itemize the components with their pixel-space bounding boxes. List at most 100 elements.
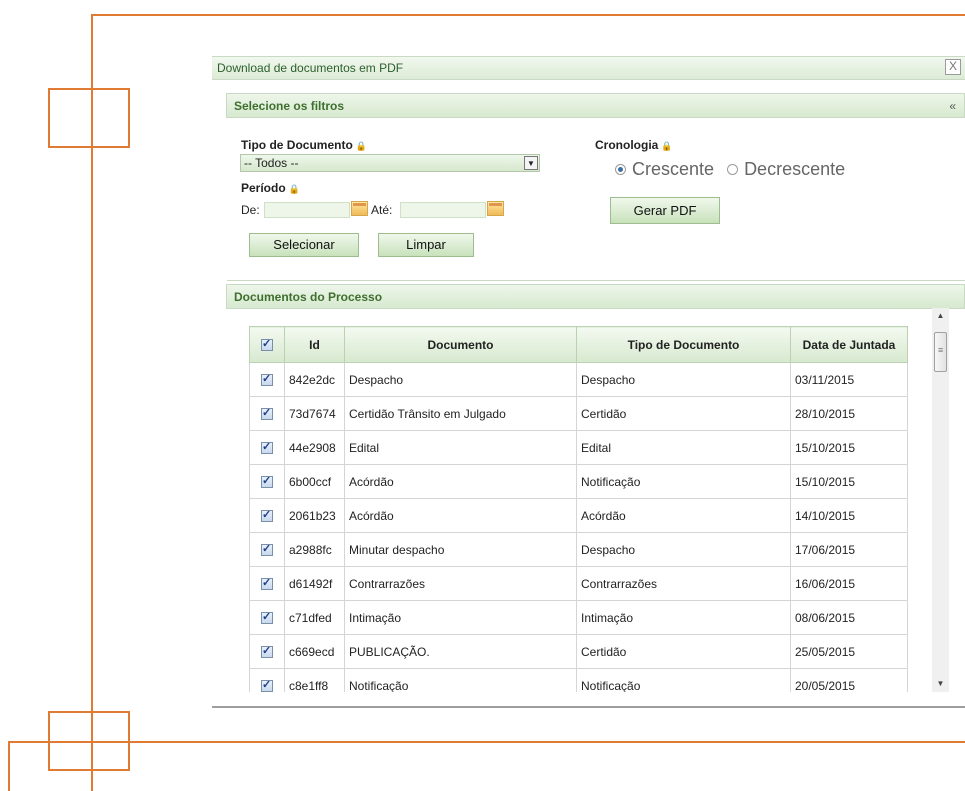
row-checkbox-cell bbox=[249, 430, 285, 465]
decrescente-radio[interactable] bbox=[727, 164, 739, 175]
column-header-data[interactable]: Data de Juntada bbox=[790, 326, 908, 363]
row-checkbox-cell bbox=[249, 634, 285, 669]
collapse-icon[interactable]: « bbox=[949, 99, 956, 113]
cell-tipo: Edital bbox=[576, 430, 791, 465]
cell-id: 6b00ccf bbox=[284, 464, 345, 499]
date-to-input[interactable] bbox=[400, 202, 486, 218]
column-header-tipo[interactable]: Tipo de Documento bbox=[576, 326, 791, 363]
documents-panel-title: Documentos do Processo bbox=[234, 290, 383, 304]
documents-scrollbar[interactable]: ▲ ▼ bbox=[932, 308, 949, 692]
row-checkbox[interactable] bbox=[261, 610, 273, 625]
row-checkbox-cell bbox=[249, 532, 285, 567]
cell-data: 14/10/2015 bbox=[790, 498, 908, 533]
tipo-documento-select[interactable]: -- Todos -- ▼ bbox=[240, 154, 540, 172]
documents-panel-header: Documentos do Processo bbox=[226, 284, 965, 309]
cell-data: 20/05/2015 bbox=[790, 668, 908, 692]
cell-id: 44e2908 bbox=[284, 430, 345, 465]
cell-tipo: Certidão bbox=[576, 396, 791, 431]
row-checkbox[interactable] bbox=[261, 474, 273, 489]
cell-id: c71dfed bbox=[284, 600, 345, 635]
scroll-down-icon[interactable]: ▼ bbox=[932, 676, 949, 692]
cell-documento: Despacho bbox=[344, 362, 577, 397]
row-checkbox[interactable] bbox=[261, 372, 273, 387]
frame-line-top bbox=[91, 14, 965, 16]
limpar-button[interactable]: Limpar bbox=[378, 233, 474, 257]
cell-tipo: Notificação bbox=[576, 464, 791, 499]
date-from-input[interactable] bbox=[264, 202, 350, 218]
cell-data: 25/05/2015 bbox=[790, 634, 908, 669]
select-all-checkbox[interactable] bbox=[261, 337, 273, 352]
ate-label: Até: bbox=[371, 203, 393, 217]
lock-icon: 🔒 bbox=[288, 184, 300, 194]
filters-panel-title: Selecione os filtros bbox=[234, 99, 345, 113]
cell-documento: PUBLICAÇÃO. bbox=[344, 634, 577, 669]
frame-line-bottom bbox=[8, 741, 965, 743]
table-row: c669ecdPUBLICAÇÃO.Certidão25/05/2015 bbox=[249, 634, 908, 669]
cell-documento: Contrarrazões bbox=[344, 566, 577, 601]
cell-id: c8e1ff8 bbox=[284, 668, 345, 692]
cell-tipo: Intimação bbox=[576, 600, 791, 635]
row-checkbox[interactable] bbox=[261, 406, 273, 421]
cell-data: 08/06/2015 bbox=[790, 600, 908, 635]
column-header-documento[interactable]: Documento bbox=[344, 326, 577, 363]
row-checkbox[interactable] bbox=[261, 644, 273, 659]
cronologia-label: Cronologia 🔒 bbox=[595, 138, 673, 152]
row-checkbox[interactable] bbox=[261, 678, 273, 692]
cell-id: 842e2dc bbox=[284, 362, 345, 397]
table-row: 44e2908EditalEdital15/10/2015 bbox=[249, 430, 908, 465]
cell-id: a2988fc bbox=[284, 532, 345, 567]
row-checkbox-cell bbox=[249, 566, 285, 601]
documents-table-wrap: Id Documento Tipo de Documento Data de J… bbox=[249, 326, 909, 692]
row-checkbox[interactable] bbox=[261, 576, 273, 591]
row-checkbox-cell bbox=[249, 498, 285, 533]
dialog-title: Download de documentos em PDF bbox=[217, 61, 404, 75]
table-row: a2988fcMinutar despachoDespacho17/06/201… bbox=[249, 532, 908, 567]
row-checkbox[interactable] bbox=[261, 542, 273, 557]
cell-data: 15/10/2015 bbox=[790, 430, 908, 465]
lock-icon: 🔒 bbox=[661, 141, 673, 151]
filters-panel-header[interactable]: Selecione os filtros « bbox=[226, 93, 965, 118]
gerar-pdf-button[interactable]: Gerar PDF bbox=[610, 197, 720, 224]
cell-documento: Notificação bbox=[344, 668, 577, 692]
cell-tipo: Contrarrazões bbox=[576, 566, 791, 601]
row-checkbox-cell bbox=[249, 396, 285, 431]
table-row: 6b00ccfAcórdãoNotificação15/10/2015 bbox=[249, 464, 908, 499]
row-checkbox-cell bbox=[249, 668, 285, 692]
calendar-icon[interactable] bbox=[487, 201, 504, 216]
cell-tipo: Despacho bbox=[576, 362, 791, 397]
cronologia-options: Crescente Decrescente bbox=[615, 159, 845, 180]
lock-icon: 🔒 bbox=[355, 141, 367, 151]
cell-tipo: Despacho bbox=[576, 532, 791, 567]
cell-tipo: Notificação bbox=[576, 668, 791, 692]
cell-id: 2061b23 bbox=[284, 498, 345, 533]
scroll-up-icon[interactable]: ▲ bbox=[932, 308, 949, 324]
cell-data: 15/10/2015 bbox=[790, 464, 908, 499]
cell-data: 16/06/2015 bbox=[790, 566, 908, 601]
selecionar-button[interactable]: Selecionar bbox=[249, 233, 359, 257]
cell-documento: Minutar despacho bbox=[344, 532, 577, 567]
row-checkbox-cell bbox=[249, 362, 285, 397]
cell-tipo: Acórdão bbox=[576, 498, 791, 533]
row-checkbox[interactable] bbox=[261, 440, 273, 455]
documents-table-body: 842e2dcDespachoDespacho03/11/2015 73d767… bbox=[249, 362, 908, 692]
row-checkbox[interactable] bbox=[261, 508, 273, 523]
frame-square-bottom bbox=[48, 711, 130, 771]
cell-data: 17/06/2015 bbox=[790, 532, 908, 567]
decrescente-label: Decrescente bbox=[744, 159, 846, 179]
column-header-id[interactable]: Id bbox=[284, 326, 345, 363]
cell-data: 03/11/2015 bbox=[790, 362, 908, 397]
cell-documento: Acórdão bbox=[344, 498, 577, 533]
crescente-label: Crescente bbox=[632, 159, 715, 179]
chevron-down-icon[interactable]: ▼ bbox=[524, 156, 538, 170]
calendar-icon[interactable] bbox=[351, 201, 368, 216]
crescente-radio[interactable] bbox=[615, 164, 626, 175]
table-row: 842e2dcDespachoDespacho03/11/2015 bbox=[249, 362, 908, 397]
dialog-bottom-border bbox=[212, 706, 965, 708]
select-all-checkbox-cell bbox=[249, 326, 285, 363]
row-checkbox-cell bbox=[249, 464, 285, 499]
cell-documento: Acórdão bbox=[344, 464, 577, 499]
scroll-thumb[interactable] bbox=[934, 332, 947, 372]
close-icon[interactable]: X bbox=[945, 59, 961, 75]
cell-data: 28/10/2015 bbox=[790, 396, 908, 431]
table-row: c8e1ff8NotificaçãoNotificação20/05/2015 bbox=[249, 668, 908, 692]
